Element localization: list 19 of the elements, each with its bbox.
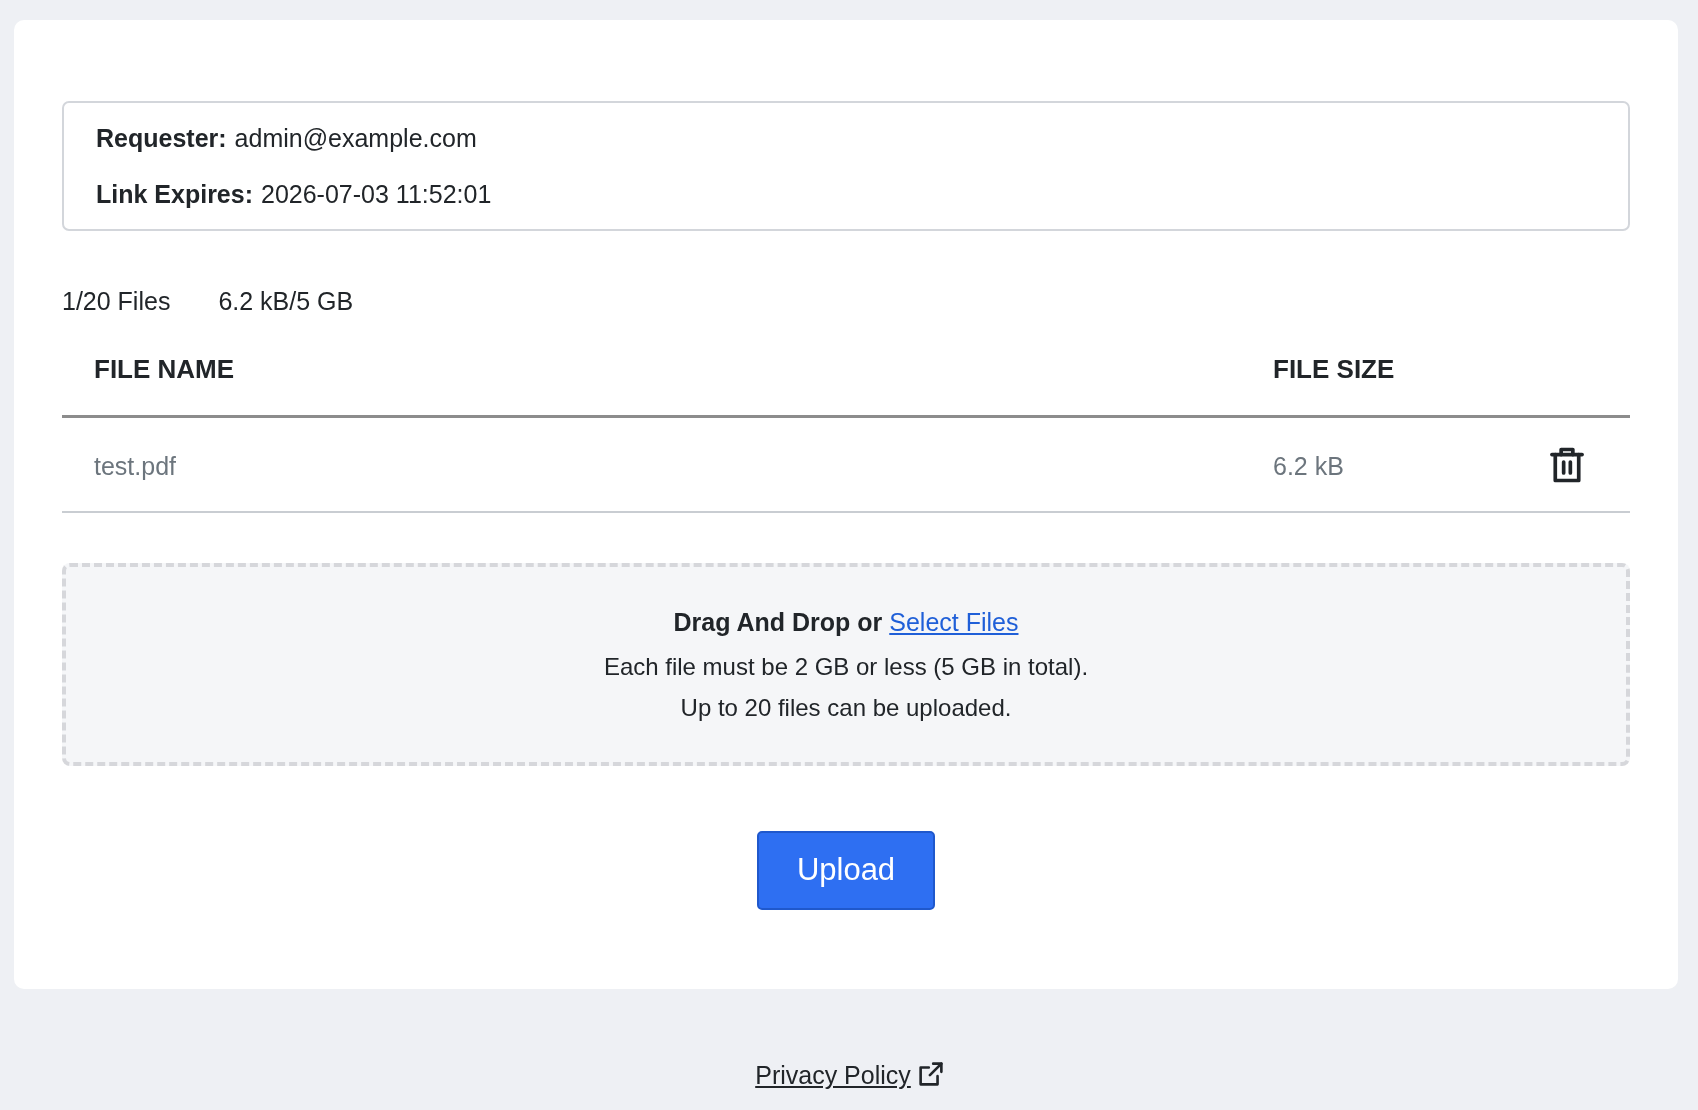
privacy-policy-link[interactable]: Privacy Policy bbox=[755, 1061, 943, 1089]
info-value: 2026-07-03 11:52:01 bbox=[261, 180, 492, 208]
select-files-link[interactable]: Select Files bbox=[889, 608, 1019, 636]
upload-limit-note: Each file must be 2 GB or less (5 GB in total). bbox=[602, 652, 1090, 682]
trash-icon[interactable] bbox=[1550, 446, 1584, 483]
upload-button[interactable]: Upload bbox=[757, 831, 935, 910]
file-count: 1/20 Files bbox=[62, 286, 171, 317]
drop-zone[interactable]: Drag And Drop or Select Files Each file must be 2 GB or less (5 GB in total). Up to 20 files can be uploaded. bbox=[62, 563, 1630, 766]
total-size: 6.2 kB/5 GB bbox=[218, 286, 354, 317]
drop-prompt: Drag And Drop or Select Files bbox=[672, 607, 1020, 638]
file-name-cell: test.pdf bbox=[62, 418, 1241, 513]
upload-limit-note: Up to 20 files can be uploaded. bbox=[679, 693, 1013, 723]
file-size-cell: 6.2 kB bbox=[1241, 418, 1500, 513]
info-label: Requester: bbox=[96, 124, 227, 152]
column-header: FILE NAME bbox=[62, 329, 1241, 418]
info-label: Link Expires: bbox=[96, 180, 253, 208]
info-value: admin@example.com bbox=[234, 124, 477, 152]
column-header: FILE SIZE bbox=[1241, 329, 1500, 418]
external-link-icon bbox=[918, 1062, 943, 1086]
